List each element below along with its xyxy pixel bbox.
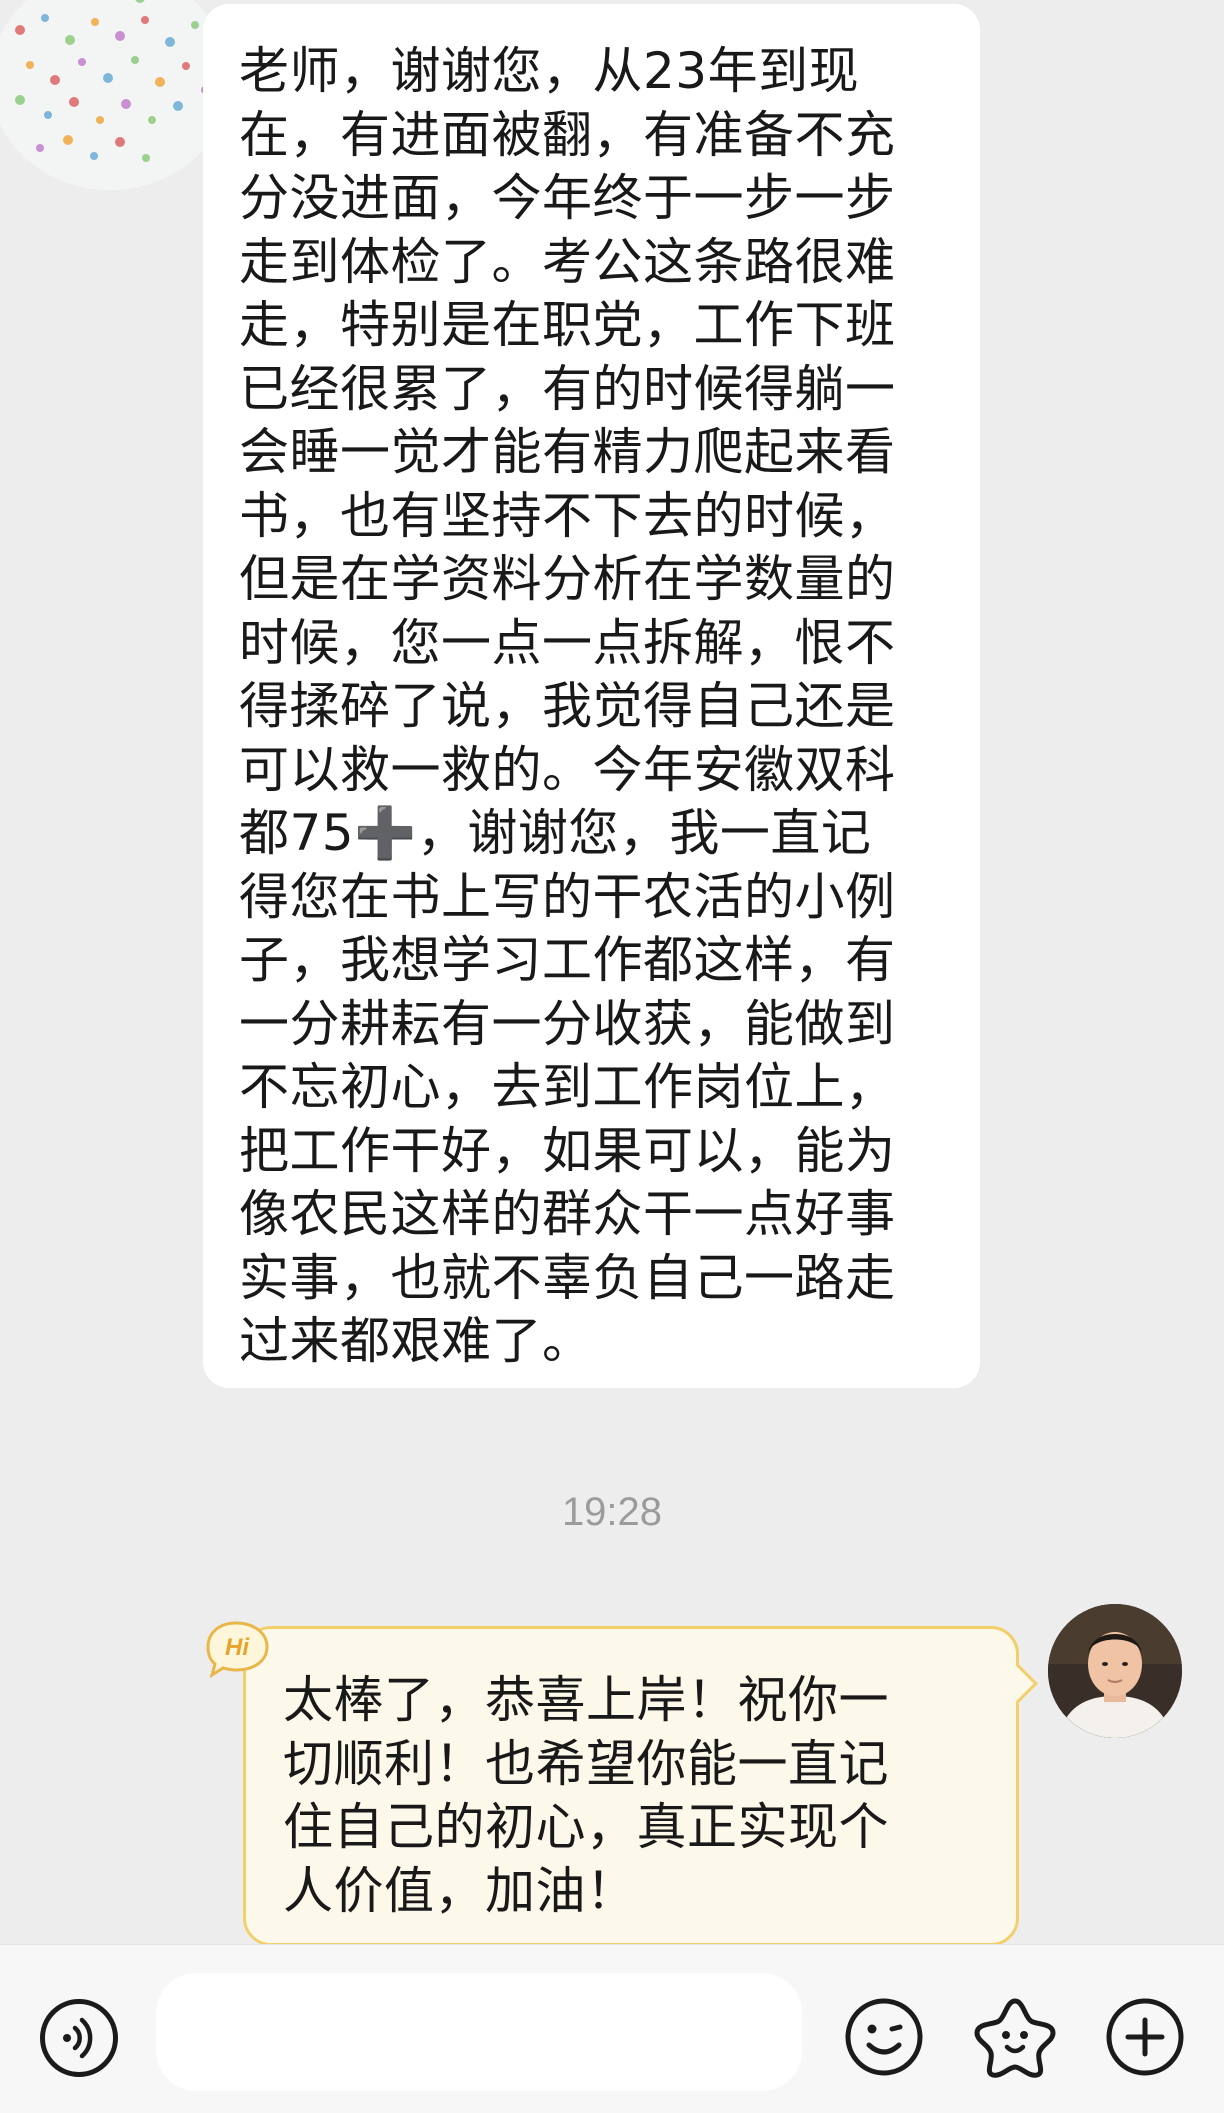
sticker-button[interactable]	[973, 1995, 1057, 2079]
user-avatar[interactable]	[1048, 1604, 1182, 1738]
voice-icon	[63, 2017, 93, 2059]
outgoing-message-bubble[interactable]: 太棒了，恭喜上岸！祝你一 切顺利！也希望你能一直记 住自己的初心，真正实现个 人…	[243, 1626, 1019, 1946]
input-bar	[0, 1944, 1224, 2113]
hi-badge-icon: Hi	[206, 1620, 270, 1678]
hi-badge-text: Hi	[225, 1634, 250, 1661]
sticker-icon	[974, 1998, 1056, 2078]
contact-avatar[interactable]	[0, 0, 230, 190]
voice-button[interactable]	[40, 1999, 118, 2077]
emoji-button[interactable]	[842, 1995, 926, 2079]
emoji-icon	[845, 1998, 923, 2076]
incoming-message-text: 老师，谢谢您，从23年到现 在，有进面被翻，有准备不充 分没进面，今年终于一步一…	[239, 42, 896, 1370]
contact-avatar-image	[0, 0, 230, 190]
chat-screen: 老师，谢谢您，从23年到现 在，有进面被翻，有准备不充 分没进面，今年终于一步一…	[0, 0, 1224, 2113]
message-timestamp: 19:28	[561, 1490, 663, 1534]
outgoing-message-text: 太棒了，恭喜上岸！祝你一 切顺利！也希望你能一直记 住自己的初心，真正实现个 人…	[283, 1671, 889, 1920]
incoming-message-bubble[interactable]: 老师，谢谢您，从23年到现 在，有进面被翻，有准备不充 分没进面，今年终于一步一…	[203, 4, 980, 1388]
more-options-button[interactable]	[1103, 1995, 1187, 2079]
message-input[interactable]	[156, 1973, 802, 2091]
user-avatar-image	[1048, 1604, 1182, 1738]
plus-icon	[1106, 1998, 1184, 2076]
